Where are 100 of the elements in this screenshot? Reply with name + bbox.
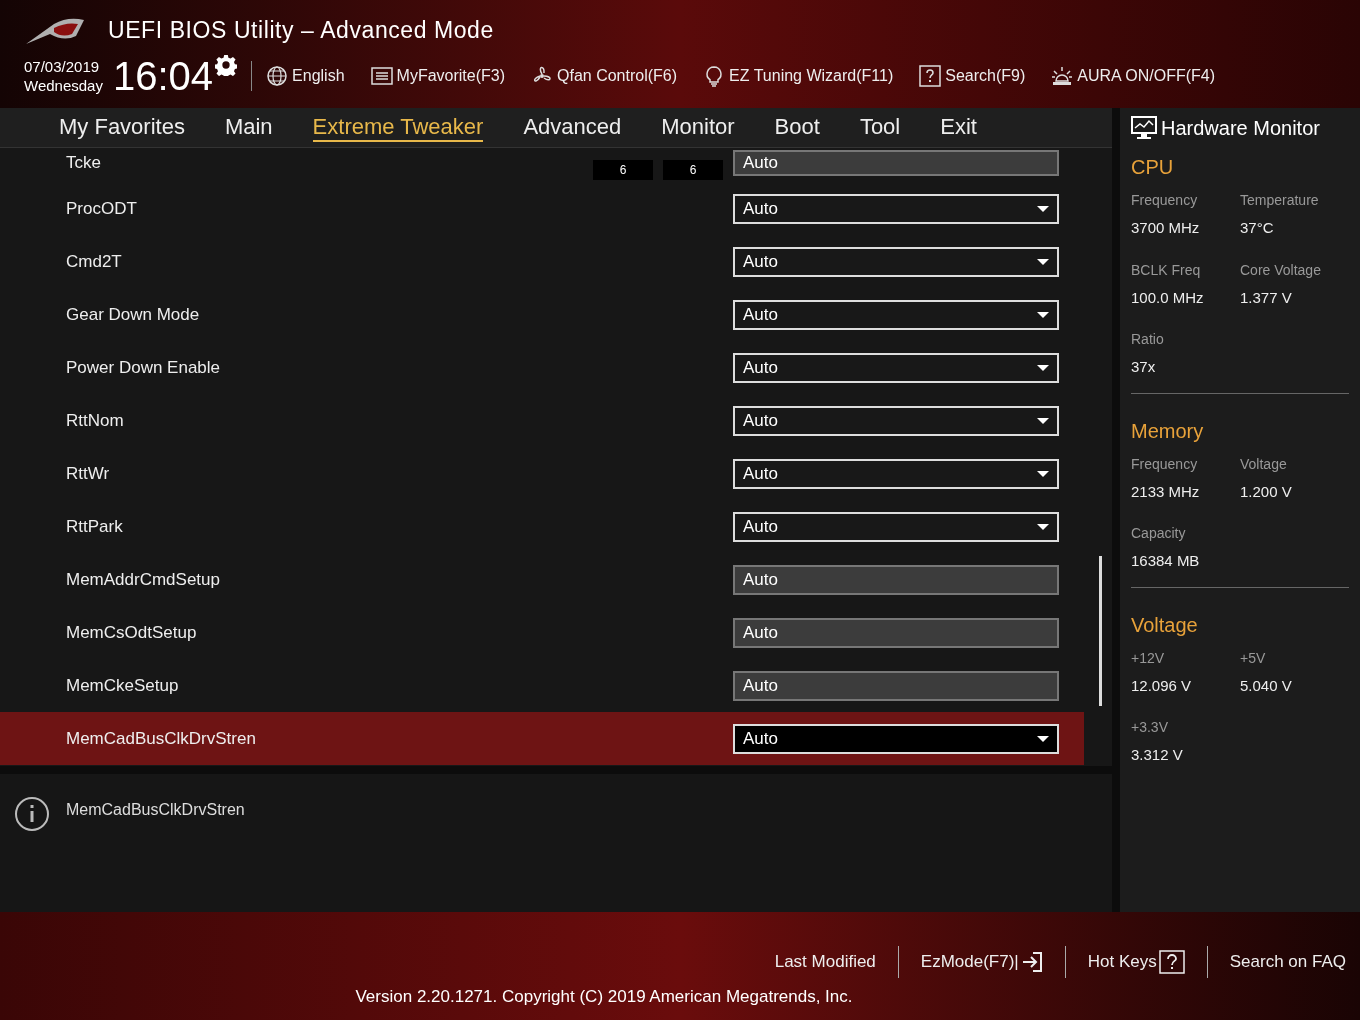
toolbar-button[interactable]: English xyxy=(266,64,345,88)
footer-button[interactable]: Hot Keys xyxy=(1087,949,1185,975)
metric-label: Temperature xyxy=(1240,191,1320,210)
caret-icon xyxy=(1037,258,1049,265)
setting-row[interactable]: MemAddrCmdSetup Auto xyxy=(0,553,1084,606)
metric-value: 3700 MHz xyxy=(1131,218,1201,238)
caret-icon xyxy=(1037,205,1049,212)
setting-row[interactable]: Tcke 6 6 Auto xyxy=(0,148,1084,182)
setting-row[interactable]: ProcODT Auto xyxy=(0,182,1084,235)
metric-value: 2133 MHz xyxy=(1131,481,1201,502)
caret-icon xyxy=(1037,311,1049,318)
metric-label: Core Voltage xyxy=(1240,260,1322,280)
setting-row[interactable]: RttWr Auto xyxy=(0,447,1084,500)
question-icon xyxy=(919,65,942,87)
dropdown[interactable]: Auto xyxy=(733,723,1059,754)
toolbar-button[interactable]: AURA ON/OFF(F4) xyxy=(1051,64,1216,88)
setting-row[interactable]: RttPark Auto xyxy=(0,500,1084,553)
metric-value: 16384 MB xyxy=(1131,551,1201,571)
menu-tab[interactable]: Advanced xyxy=(523,113,622,142)
menu-tab[interactable]: Boot xyxy=(774,113,820,142)
version-text: Version 2.20.1271. Copyright (C) 2019 American Megatrends, Inc. xyxy=(355,986,853,1008)
setting-row[interactable]: Power Down Enable Auto xyxy=(0,341,1084,394)
setting-label: MemAddrCmdSetup xyxy=(66,568,221,591)
weekday-text: Wednesday xyxy=(24,76,103,95)
setting-label: Power Down Enable xyxy=(66,356,222,379)
setting-row[interactable]: RttNom Auto xyxy=(0,394,1084,447)
menu-tab[interactable]: Monitor xyxy=(661,113,735,142)
value-field: Auto xyxy=(733,564,1059,595)
timing-value: 6 xyxy=(663,160,723,180)
metric-label: Ratio xyxy=(1131,330,1165,349)
setting-row[interactable]: Gear Down Mode Auto xyxy=(0,288,1084,341)
metric-value: 37°C xyxy=(1240,218,1275,238)
value-field: Auto xyxy=(733,150,1059,176)
menu-tab[interactable]: Main xyxy=(224,113,273,142)
section-title: CPU xyxy=(1131,155,1175,180)
toolbar-button[interactable]: Search(F9) xyxy=(919,64,1026,88)
caret-icon xyxy=(1037,470,1049,477)
caret-icon xyxy=(1037,364,1049,371)
setting-label: RttWr xyxy=(66,462,111,485)
metric-value: 3.312 V xyxy=(1131,745,1184,765)
footer-button[interactable]: Search on FAQ xyxy=(1229,949,1346,975)
caret-icon xyxy=(1037,523,1049,530)
toolbar-button[interactable]: Qfan Control(F6) xyxy=(531,64,678,88)
metric-value: 12.096 V xyxy=(1131,675,1193,696)
setting-label: MemCadBusClkDrvStren xyxy=(66,727,257,750)
dropdown[interactable]: Auto xyxy=(733,405,1059,436)
value-field: Auto xyxy=(733,670,1059,701)
dropdown[interactable]: Auto xyxy=(733,246,1059,277)
dropdown[interactable]: Auto xyxy=(733,458,1059,489)
metric-label: +12V xyxy=(1131,648,1166,668)
setting-label: Tcke xyxy=(66,152,102,174)
setting-label: MemCsOdtSetup xyxy=(66,621,198,644)
timing-value: 6 xyxy=(593,160,653,180)
footer-button[interactable]: Last Modified xyxy=(774,949,876,975)
menu-tab[interactable]: Tool xyxy=(859,113,901,142)
toolbar-button[interactable]: MyFavorite(F3) xyxy=(370,64,505,88)
value-field: Auto xyxy=(733,617,1059,648)
caret-icon xyxy=(1037,735,1049,742)
menu-tab[interactable]: Exit xyxy=(940,113,977,142)
dropdown[interactable]: Auto xyxy=(733,511,1059,542)
scrollbar[interactable] xyxy=(1099,556,1102,706)
metric-label: BCLK Freq xyxy=(1131,260,1202,280)
window-title: UEFI BIOS Utility – Advanced Mode xyxy=(108,15,494,45)
list-icon xyxy=(370,65,393,87)
setting-label: RttPark xyxy=(66,515,124,538)
metric-label: Frequency xyxy=(1131,191,1199,210)
metric-value: 1.200 V xyxy=(1240,481,1293,502)
setting-label: Cmd2T xyxy=(66,250,123,273)
settings-icon[interactable] xyxy=(215,54,238,76)
exit-icon xyxy=(1020,951,1043,973)
metric-value: 100.0 MHz xyxy=(1131,287,1205,308)
metric-label: Voltage xyxy=(1240,454,1288,474)
question-icon xyxy=(1158,950,1185,974)
setting-label: MemCkeSetup xyxy=(66,674,180,697)
metric-label: Capacity xyxy=(1131,524,1187,543)
dropdown[interactable]: Auto xyxy=(733,193,1059,224)
section-title: Voltage xyxy=(1131,612,1199,638)
footer-button[interactable]: EzMode(F7)| xyxy=(920,949,1043,975)
menu-tab[interactable]: My Favorites xyxy=(59,113,185,142)
setting-row[interactable]: MemCkeSetup Auto xyxy=(0,659,1084,712)
metric-label: +5V xyxy=(1240,648,1267,668)
caret-icon xyxy=(1037,417,1049,424)
toolbar-button[interactable]: EZ Tuning Wizard(F11) xyxy=(703,64,894,88)
setting-row[interactable]: MemCadBusClkDrvStren Auto xyxy=(0,712,1084,765)
setting-row[interactable]: MemCsOdtSetup Auto xyxy=(0,606,1084,659)
metric-value: 1.377 V xyxy=(1240,287,1293,308)
metric-label: Frequency xyxy=(1131,454,1199,474)
menu-tab[interactable]: Extreme Tweaker xyxy=(312,113,484,142)
date-text: 07/03/2019 xyxy=(24,57,101,76)
help-text: MemCadBusClkDrvStren xyxy=(66,800,245,820)
metric-value: 5.040 V xyxy=(1240,675,1293,696)
metric-value: 37x xyxy=(1131,357,1157,377)
setting-label: Gear Down Mode xyxy=(66,303,201,326)
setting-row[interactable]: Cmd2T Auto xyxy=(0,235,1084,288)
setting-label: ProcODT xyxy=(66,197,138,220)
light-icon xyxy=(1051,65,1074,87)
info-icon xyxy=(14,796,50,832)
panel-title: Hardware Monitor xyxy=(1161,116,1320,141)
dropdown[interactable]: Auto xyxy=(733,299,1059,330)
dropdown[interactable]: Auto xyxy=(733,352,1059,383)
